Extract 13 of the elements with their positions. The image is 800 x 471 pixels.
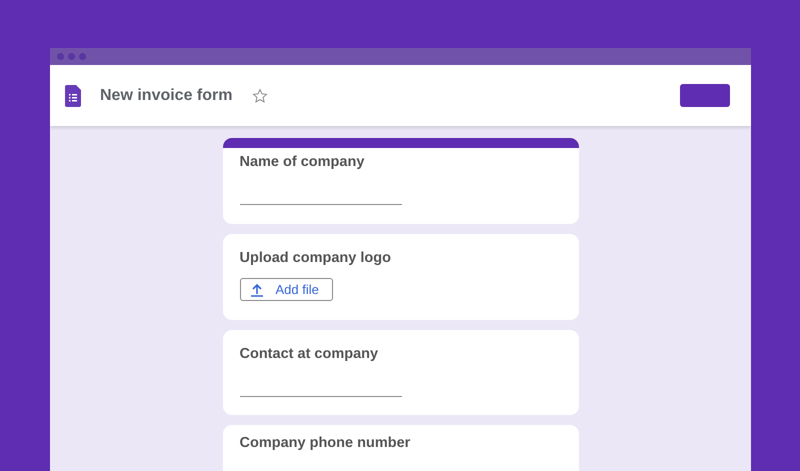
form-document-icon[interactable] xyxy=(65,84,81,106)
question-label: Company phone number xyxy=(240,435,412,451)
add-file-button[interactable]: Add file xyxy=(240,278,333,301)
answer-line[interactable] xyxy=(240,204,402,205)
upload-icon xyxy=(250,282,264,296)
header-button[interactable] xyxy=(680,84,730,107)
question-label: Contact at company xyxy=(240,346,380,362)
star-icon[interactable] xyxy=(252,88,268,104)
form-title[interactable]: New invoice form xyxy=(100,86,232,104)
question-label: Name of company xyxy=(240,154,366,170)
question-label: Upload company logo xyxy=(240,250,392,266)
window-dots-icon xyxy=(57,53,86,60)
answer-line[interactable] xyxy=(240,396,402,397)
